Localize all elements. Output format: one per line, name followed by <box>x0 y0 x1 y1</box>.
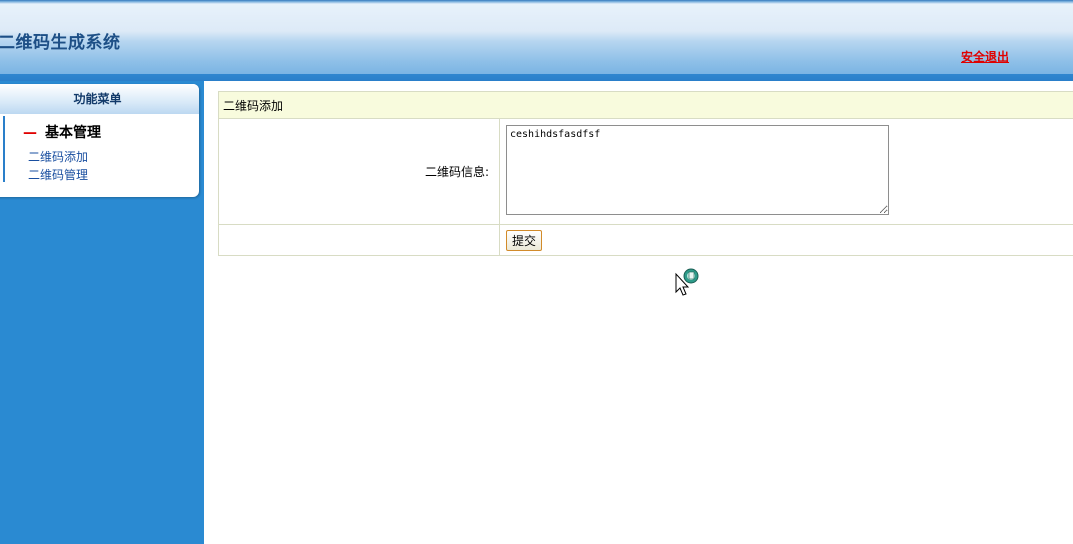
form-header-row: 二维码添加 <box>218 91 1073 119</box>
logout-link[interactable]: 安全退出 <box>961 48 1009 65</box>
header-divider <box>0 74 1073 81</box>
empty-label-cell <box>218 224 500 256</box>
sidebar-item-qrcode-manage[interactable]: 二维码管理 <box>28 166 88 183</box>
app-title: 二维码生成系统 <box>0 33 121 53</box>
qrcode-info-textarea[interactable]: ceshihdsfasdfsf <box>506 125 889 215</box>
submit-cell: 提交 <box>499 224 1073 256</box>
menu-group: — 基本管理 二维码添加 二维码管理 <box>3 116 199 182</box>
collapse-icon[interactable]: — <box>23 125 37 141</box>
menu-panel: 功能菜单 — 基本管理 二维码添加 二维码管理 <box>0 84 199 197</box>
form-row-submit: 提交 <box>218 224 1073 256</box>
info-cell: ceshihdsfasdfsf <box>499 118 1073 225</box>
form-heading: 二维码添加 <box>218 91 1073 119</box>
form-row-info: 二维码信息: ceshihdsfasdfsf <box>218 118 1073 225</box>
menu-group-label: 基本管理 <box>45 125 101 141</box>
info-label: 二维码信息: <box>218 118 500 225</box>
menu-group-title[interactable]: — 基本管理 <box>23 122 101 142</box>
sidebar-item-qrcode-add[interactable]: 二维码添加 <box>28 148 88 165</box>
qrcode-form: 二维码添加 二维码信息: ceshihdsfasdfsf 提交 <box>218 91 1073 256</box>
menu-title: 功能菜单 <box>0 84 199 114</box>
header-bar: 二维码生成系统 安全退出 <box>0 0 1073 74</box>
submit-button[interactable]: 提交 <box>506 229 543 251</box>
sidebar: 功能菜单 — 基本管理 二维码添加 二维码管理 <box>0 81 204 544</box>
busy-cursor-icon <box>675 268 699 296</box>
